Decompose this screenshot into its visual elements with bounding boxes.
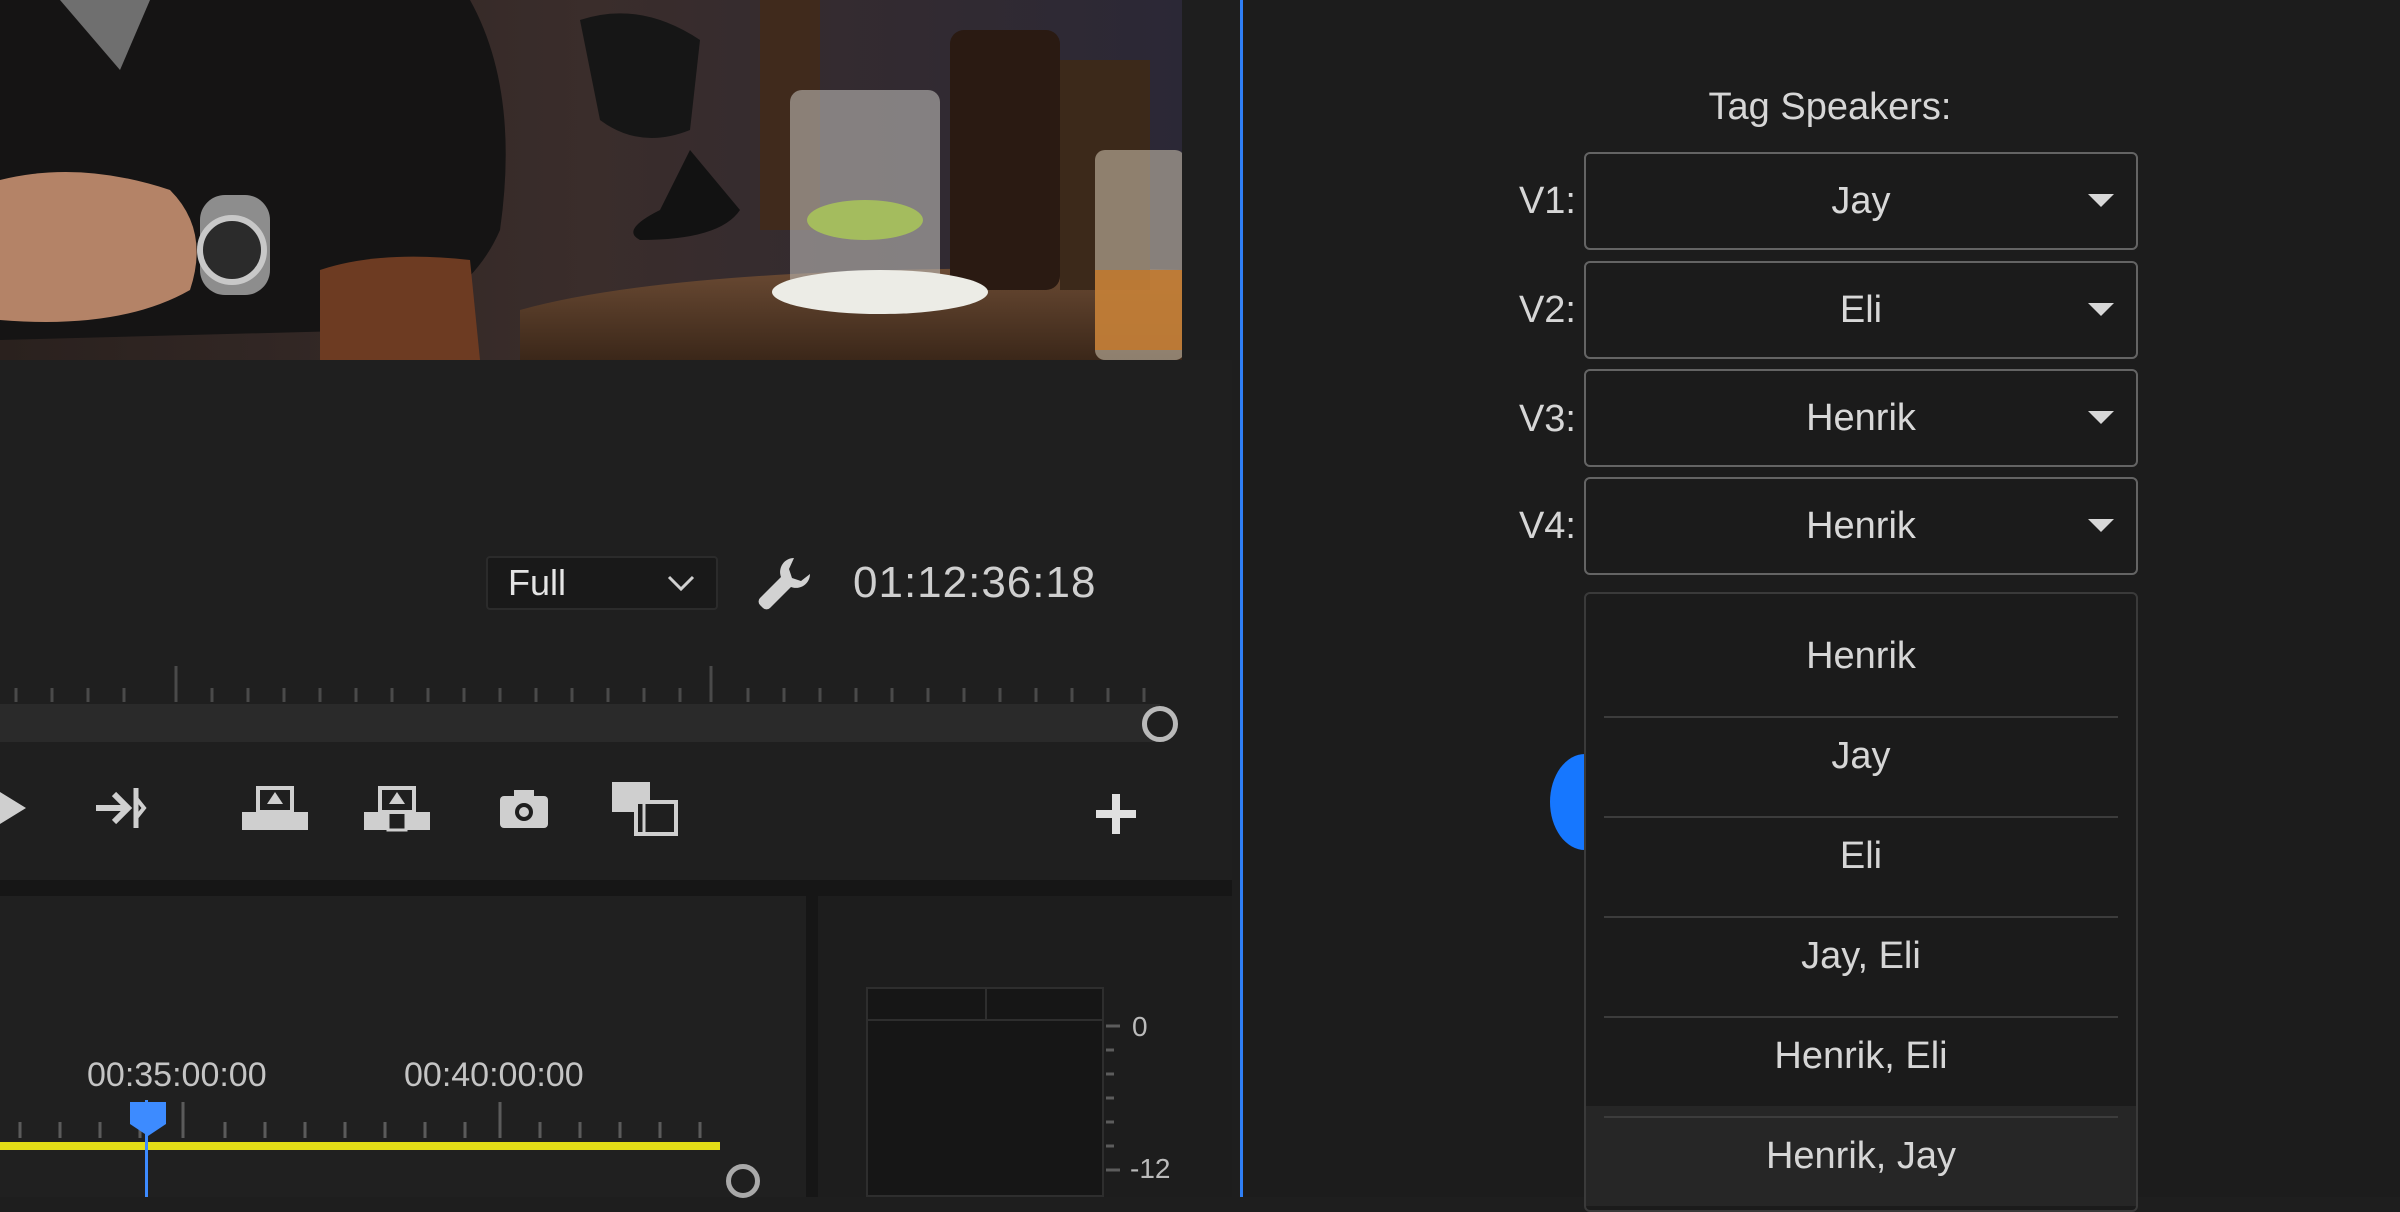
timeline-ruler[interactable] bbox=[0, 1098, 720, 1138]
comparison-view-icon bbox=[612, 782, 678, 836]
export-frame-button[interactable] bbox=[498, 788, 550, 830]
playhead-timecode: 01:12:36:18 bbox=[853, 558, 1097, 607]
monitor-scrub-bar[interactable] bbox=[0, 704, 1160, 742]
timeline-zoom-handle[interactable] bbox=[726, 1164, 760, 1198]
extract-icon bbox=[364, 786, 430, 832]
speaker-dropdown-menu: Henrik Jay Eli Jay, Eli Henrik, Eli Henr… bbox=[1584, 592, 2138, 1212]
speaker-select-value: Eli bbox=[1839, 288, 1883, 331]
caret-down-icon bbox=[2088, 303, 2114, 316]
camera-icon bbox=[500, 790, 548, 828]
speaker-select-value: Jay bbox=[1831, 179, 1891, 222]
timeline-panel bbox=[0, 896, 806, 1197]
go-to-out-button[interactable] bbox=[94, 784, 150, 832]
caret-down-icon bbox=[2088, 519, 2114, 532]
track-label-v4: V4: bbox=[1518, 505, 1576, 547]
dropdown-separator bbox=[1604, 916, 2118, 918]
play-button[interactable] bbox=[0, 788, 30, 828]
track-label-v2: V2: bbox=[1518, 289, 1576, 331]
speaker-select-v4[interactable]: Henrik bbox=[1584, 477, 2138, 575]
dropdown-separator bbox=[1604, 716, 2118, 718]
dropdown-option[interactable]: Henrik bbox=[1586, 606, 2136, 706]
speaker-select-v2[interactable]: Eli bbox=[1584, 261, 2138, 359]
monitor-zoom-handle[interactable] bbox=[1142, 706, 1178, 742]
panel-divider bbox=[0, 880, 1232, 896]
dropdown-separator bbox=[1604, 1016, 2118, 1018]
caret-down-icon bbox=[2088, 411, 2114, 424]
lift-button[interactable] bbox=[240, 784, 310, 832]
wrench-icon[interactable] bbox=[756, 554, 814, 612]
work-area-bar[interactable] bbox=[0, 1142, 720, 1150]
dropdown-separator bbox=[1604, 1116, 2118, 1118]
chevron-down-icon bbox=[667, 575, 695, 592]
add-button[interactable] bbox=[1094, 792, 1138, 836]
playback-resolution-value: Full bbox=[508, 562, 567, 603]
panel-divider bbox=[806, 896, 818, 1197]
dropdown-option[interactable]: Jay, Eli bbox=[1586, 906, 2136, 1006]
meter-label: 0 bbox=[1132, 1011, 1148, 1042]
playback-resolution-select[interactable]: Full bbox=[486, 556, 718, 610]
dropdown-separator bbox=[1604, 816, 2118, 818]
timeline-time-mark: 00:35:00:00 bbox=[87, 1056, 267, 1094]
extract-button[interactable] bbox=[362, 784, 432, 832]
play-icon bbox=[0, 792, 26, 824]
audio-meter-scale bbox=[1106, 1024, 1120, 1172]
timeline-time-mark: 00:40:00:00 bbox=[404, 1056, 584, 1094]
speaker-select-v1[interactable]: Jay bbox=[1584, 152, 2138, 250]
panel-title: Tag Speakers: bbox=[1708, 86, 1952, 128]
monitor-ruler bbox=[14, 666, 1146, 702]
meter-label: -12 bbox=[1130, 1153, 1171, 1184]
lift-icon bbox=[242, 786, 308, 830]
dropdown-option[interactable]: Jay bbox=[1586, 706, 2136, 806]
speaker-select-value: Henrik bbox=[1806, 396, 1916, 439]
audio-meter bbox=[866, 987, 1104, 1197]
playhead-handle[interactable] bbox=[128, 1100, 168, 1136]
speaker-select-value: Henrik bbox=[1806, 504, 1916, 547]
speaker-select-v3[interactable]: Henrik bbox=[1584, 369, 2138, 467]
track-label-v1: V1: bbox=[1518, 180, 1576, 222]
dropdown-option[interactable]: Henrik, Eli bbox=[1586, 1006, 2136, 1106]
dropdown-option-highlighted[interactable]: Henrik, Jay bbox=[1586, 1106, 2136, 1206]
go-to-out-icon bbox=[96, 788, 147, 828]
video-preview bbox=[0, 0, 1182, 360]
caret-down-icon bbox=[2088, 194, 2114, 207]
video-frame-image bbox=[0, 0, 1182, 360]
dropdown-option[interactable]: Eli bbox=[1586, 806, 2136, 906]
comparison-view-button[interactable] bbox=[610, 780, 680, 838]
track-label-v3: V3: bbox=[1518, 398, 1576, 440]
add-icon bbox=[1096, 794, 1136, 834]
